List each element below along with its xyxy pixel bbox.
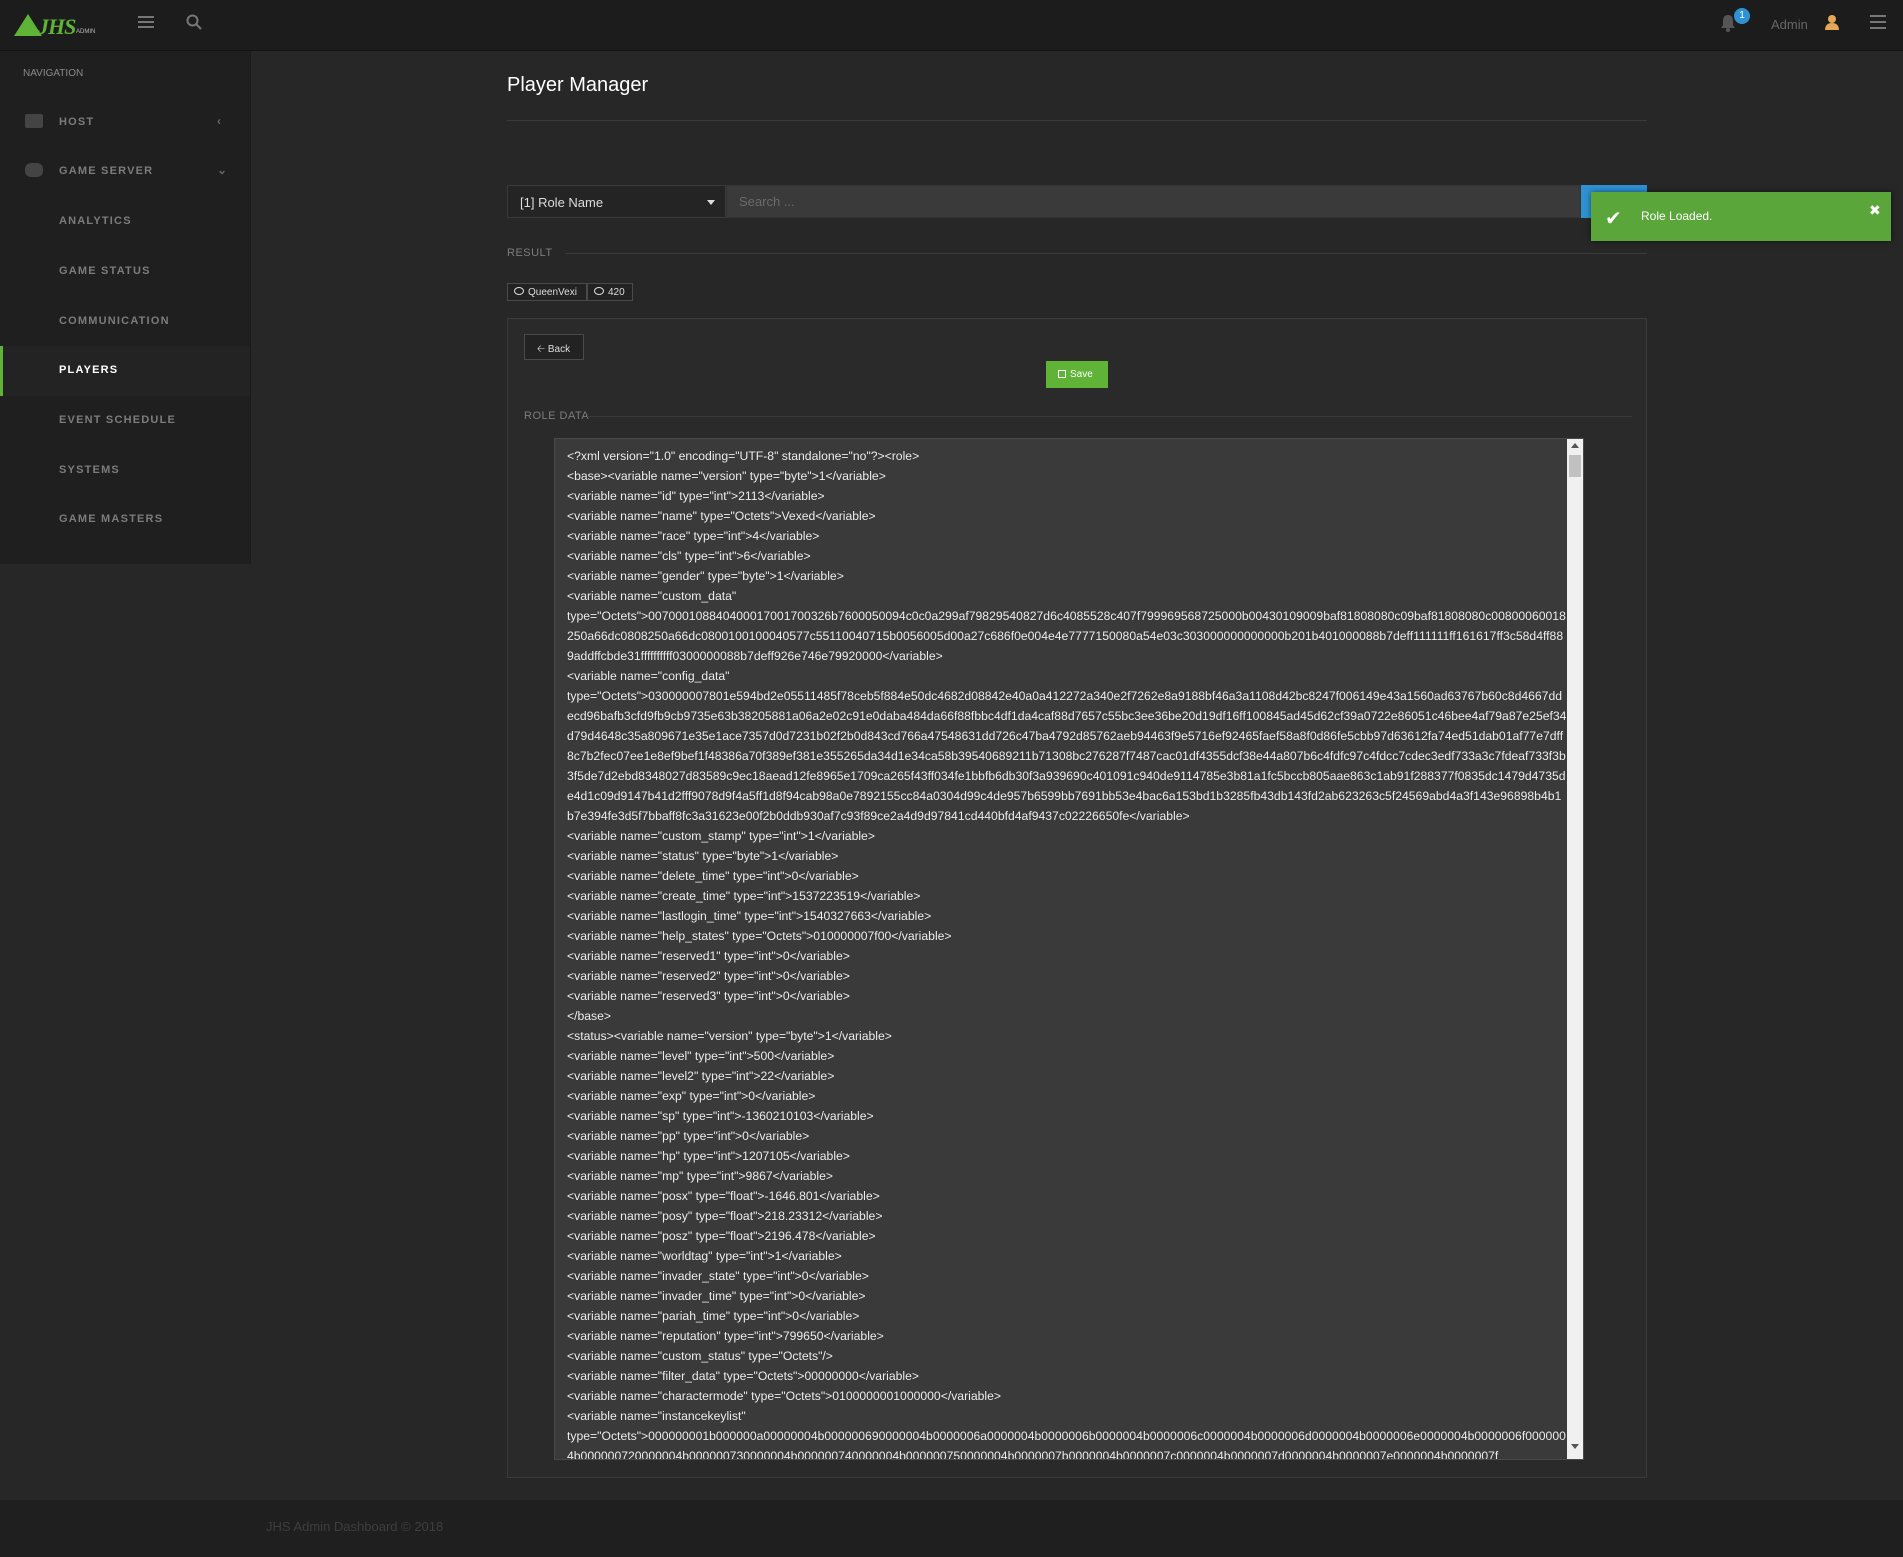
sidebar-toggle-icon[interactable]	[138, 13, 154, 34]
scroll-thumb[interactable]	[1569, 455, 1581, 477]
sidebar-item-host[interactable]: HOST ‹	[0, 98, 250, 148]
player-name: QueenVexi	[528, 287, 577, 298]
sidebar-item-analytics[interactable]: ANALYTICS	[0, 197, 250, 247]
logo[interactable]: JHS ADMIN	[14, 14, 104, 39]
sidebar-item-game-masters[interactable]: GAME MASTERS	[0, 495, 250, 545]
divider	[565, 253, 1647, 254]
sidebar-item-label: EVENT SCHEDULE	[59, 414, 177, 426]
chevron-left-icon: ‹	[217, 114, 223, 128]
sidebar-item-label: GAME STATUS	[59, 265, 151, 277]
search-type-select[interactable]: [1] Role Name	[507, 185, 726, 218]
save-icon	[1058, 370, 1066, 378]
eye-icon	[594, 287, 604, 295]
user-name[interactable]: Admin	[1771, 17, 1808, 32]
sidebar-item-game-status[interactable]: GAME STATUS	[0, 247, 250, 297]
scrollbar[interactable]	[1567, 439, 1583, 1459]
top-bar: JHS ADMIN 1 Admin	[0, 0, 1903, 51]
arrow-left-icon: 🡠	[537, 344, 548, 355]
footer: JHS Admin Dashboard © 2018	[0, 1500, 1903, 1557]
logo-subtext: ADMIN	[76, 29, 96, 35]
role-data-text[interactable]: <?xml version="1.0" encoding="UTF-8" sta…	[567, 446, 1567, 1459]
sidebar: NAVIGATION HOST ‹ GAME SERVER ⌄ ANALYTIC…	[0, 51, 251, 564]
close-icon[interactable]: ✖	[1869, 202, 1881, 219]
server-icon	[25, 114, 43, 128]
eye-icon	[514, 287, 524, 295]
toast-notification: ✔ Role Loaded. ✖	[1591, 192, 1891, 241]
player-level: 420	[608, 287, 625, 298]
footer-text: JHS Admin Dashboard © 2018	[266, 1519, 444, 1534]
user-avatar-icon[interactable]	[1825, 14, 1839, 35]
search-input[interactable]	[726, 185, 1581, 218]
sidebar-item-label: SYSTEMS	[59, 464, 120, 476]
search-icon[interactable]	[186, 14, 202, 35]
back-button[interactable]: 🡠 Back	[524, 334, 584, 360]
menu-icon[interactable]	[1870, 15, 1886, 33]
divider	[587, 416, 1632, 417]
sidebar-item-label: GAME SERVER	[59, 165, 154, 177]
sidebar-item-communication[interactable]: COMMUNICATION	[0, 297, 250, 347]
scroll-up-icon[interactable]	[1571, 443, 1579, 448]
sidebar-item-label: HOST	[59, 116, 95, 128]
sidebar-item-label: PLAYERS	[59, 364, 119, 376]
gamepad-icon	[25, 163, 43, 177]
result-label: RESULT	[507, 247, 553, 259]
role-data-label: ROLE DATA	[524, 410, 590, 422]
divider	[507, 120, 1647, 121]
save-button[interactable]: Save	[1046, 361, 1108, 388]
role-data-textarea[interactable]: <?xml version="1.0" encoding="UTF-8" sta…	[554, 438, 1584, 1460]
chevron-down-icon: ⌄	[217, 163, 229, 177]
page-title: Player Manager	[507, 74, 649, 96]
sidebar-item-label: GAME MASTERS	[59, 513, 164, 525]
toast-message: Role Loaded.	[1641, 209, 1713, 223]
player-name-tag[interactable]: QueenVexi	[507, 283, 587, 301]
sidebar-item-event-schedule[interactable]: EVENT SCHEDULE	[0, 396, 250, 446]
check-icon: ✔	[1605, 208, 1622, 230]
sidebar-item-systems[interactable]: SYSTEMS	[0, 446, 250, 496]
player-level-tag[interactable]: 420	[587, 283, 633, 301]
logo-text: JHS	[38, 14, 76, 39]
sidebar-item-game-server[interactable]: GAME SERVER ⌄	[0, 147, 250, 197]
sidebar-item-label: COMMUNICATION	[59, 315, 170, 327]
sidebar-item-players[interactable]: PLAYERS	[0, 346, 250, 396]
sidebar-item-label: ANALYTICS	[59, 215, 132, 227]
nav-title: NAVIGATION	[23, 68, 84, 79]
scroll-down-icon[interactable]	[1571, 1444, 1579, 1449]
caret-down-icon	[707, 200, 715, 205]
search-type-value: [1] Role Name	[520, 195, 604, 210]
back-button-label: Back	[547, 344, 571, 355]
notification-badge[interactable]: 1	[1734, 8, 1750, 24]
save-button-label: Save	[1070, 369, 1093, 380]
